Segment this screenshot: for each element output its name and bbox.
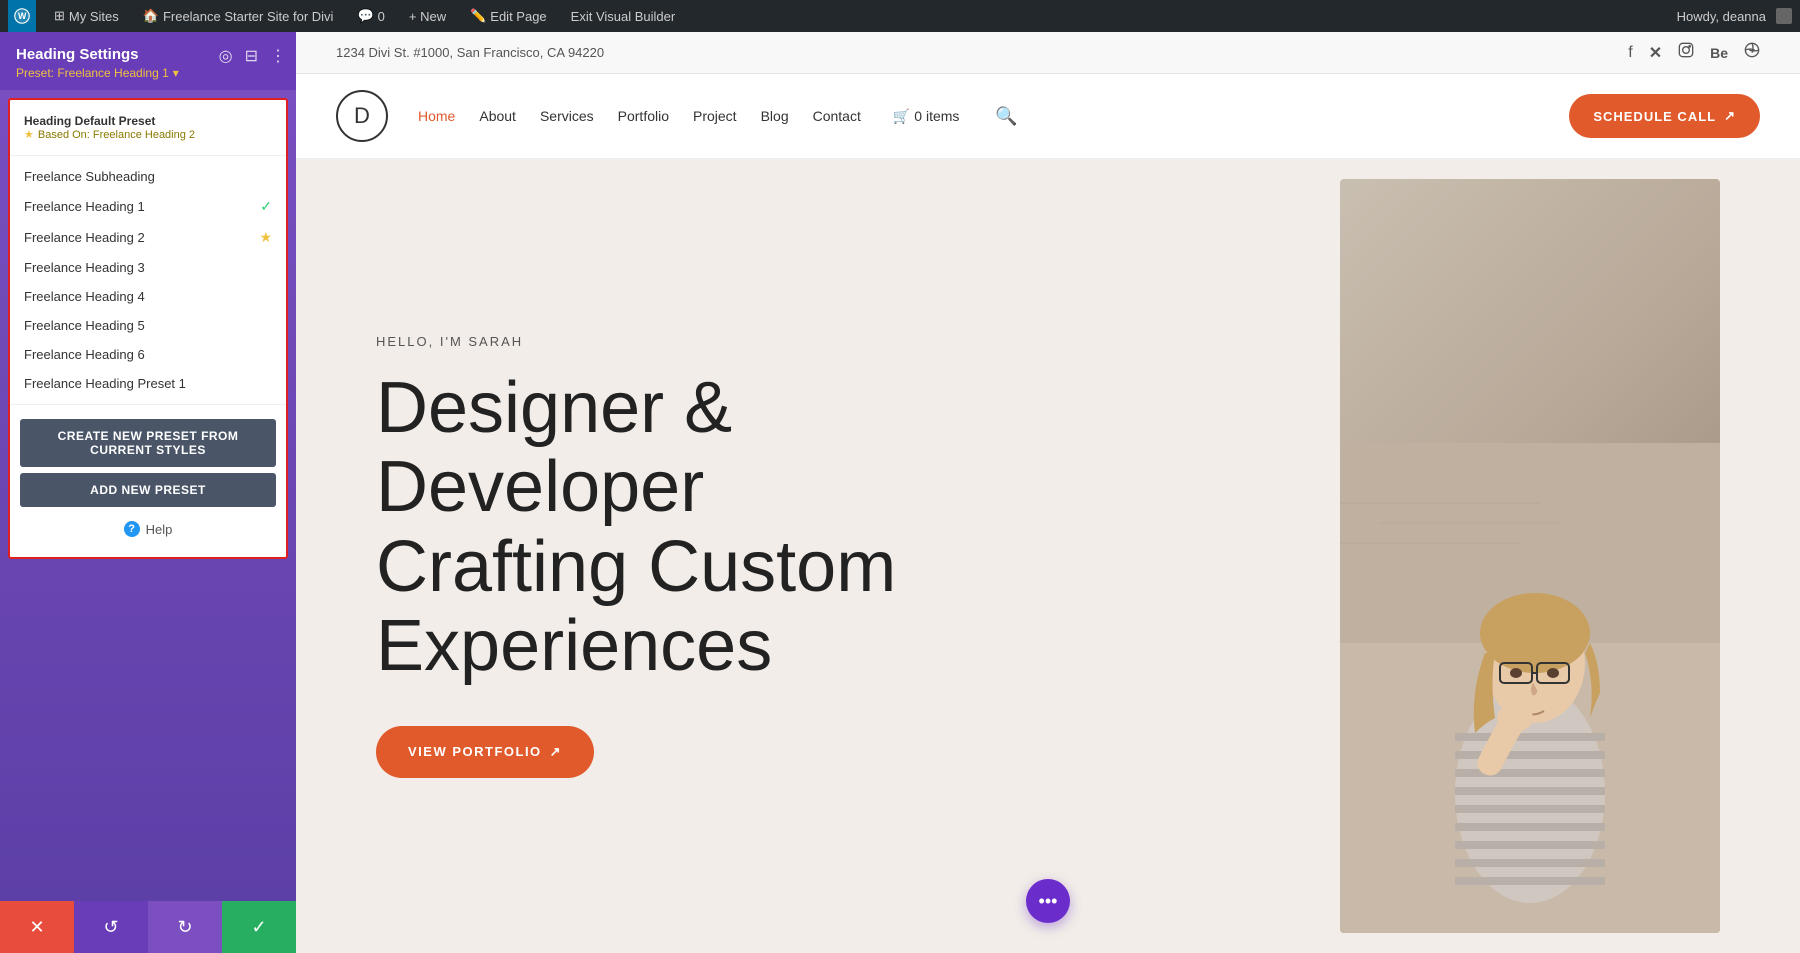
pencil-icon: ✏️ (470, 8, 486, 24)
site-topbar: 1234 Divi St. #1000, San Francisco, CA 9… (296, 32, 1800, 74)
hero-subtitle: HELLO, I'M SARAH (376, 334, 976, 349)
undo-icon: ↺ (103, 917, 118, 938)
admin-bar: W ⊞ My Sites 🏠 Freelance Starter Site fo… (0, 0, 1800, 32)
redo-icon: ↻ (177, 917, 192, 938)
exit-builder-link[interactable]: Exit Visual Builder (565, 0, 682, 32)
website-preview: 1234 Divi St. #1000, San Francisco, CA 9… (296, 32, 1800, 953)
search-icon[interactable]: 🔍 (995, 106, 1017, 127)
save-icon: ✓ (251, 917, 266, 938)
social-icons-bar: f ✕ Be (1628, 42, 1760, 63)
my-sites-icon: ⊞ (54, 8, 65, 24)
hero-image-container (1340, 179, 1720, 933)
my-sites-menu[interactable]: ⊞ My Sites (48, 0, 125, 32)
site-logo[interactable]: D (336, 90, 388, 142)
cancel-button[interactable]: ✕ (0, 901, 74, 953)
floating-actions-button[interactable]: ••• (1026, 879, 1070, 923)
columns-icon[interactable]: ⊟ (245, 46, 258, 66)
howdy-user: Howdy, deanna (1677, 8, 1792, 24)
portfolio-arrow-icon: ↗ (550, 744, 562, 760)
nav-portfolio[interactable]: Portfolio (618, 108, 669, 124)
preset-item-subheading[interactable]: Freelance Subheading (10, 162, 286, 191)
bottom-toolbar: ✕ ↺ ↻ ✓ (0, 901, 296, 953)
dribbble-icon[interactable] (1744, 42, 1760, 63)
preset-dropdown-box: Heading Default Preset ★ Based On: Freel… (8, 98, 288, 559)
facebook-icon[interactable]: f (1628, 44, 1632, 62)
preset-list: Freelance Subheading Freelance Heading 1… (10, 162, 286, 398)
wp-logo[interactable]: W (8, 0, 36, 32)
settings-panel: Heading Settings Preset: Freelance Headi… (0, 32, 296, 953)
hero-title: Designer & Developer Crafting Custom Exp… (376, 369, 976, 686)
create-preset-button[interactable]: CREATE NEW PRESET FROM CURRENT STYLES (20, 419, 276, 467)
divider-2 (10, 404, 286, 405)
nav-cart[interactable]: 🛒 0 items (893, 108, 960, 125)
preset-item-heading3[interactable]: Freelance Heading 3 (10, 253, 286, 282)
svg-text:W: W (18, 11, 27, 21)
hero-content: HELLO, I'M SARAH Designer & Developer Cr… (376, 334, 976, 778)
home-icon: 🏠 (143, 8, 159, 24)
redo-button[interactable]: ↻ (148, 901, 222, 953)
nav-project[interactable]: Project (693, 108, 737, 124)
twitter-x-icon[interactable]: ✕ (1649, 43, 1662, 63)
new-content-button[interactable]: + New (403, 0, 452, 32)
preset-item-heading5[interactable]: Freelance Heading 5 (10, 311, 286, 340)
hero-image (1340, 179, 1720, 933)
nav-links: Home About Services Portfolio Project Bl… (418, 106, 1018, 127)
edit-page-link[interactable]: ✏️ Edit Page (464, 0, 553, 32)
panel-preset-label: Preset: Freelance Heading 1 ▾ (16, 66, 280, 80)
kebab-menu-icon[interactable]: ⋮ (270, 46, 286, 66)
help-icon: ? (124, 521, 140, 537)
save-button[interactable]: ✓ (222, 901, 296, 953)
arrow-icon: ↗ (1724, 108, 1736, 124)
dropdown-arrow-icon: ▾ (173, 66, 179, 80)
preset-item-heading2[interactable]: Freelance Heading 2 ★ (10, 222, 286, 253)
nav-about[interactable]: About (479, 108, 516, 124)
circle-settings-icon[interactable]: ◎ (219, 46, 233, 66)
schedule-call-button[interactable]: SCHEDULE CALL ↗ (1569, 94, 1760, 138)
comments-link[interactable]: 💬 0 (351, 0, 390, 32)
preset-item-preset1[interactable]: Freelance Heading Preset 1 (10, 369, 286, 398)
nav-home[interactable]: Home (418, 108, 455, 124)
comment-icon: 💬 (357, 8, 373, 24)
default-preset-header: Heading Default Preset ★ Based On: Freel… (10, 110, 286, 149)
panel-header: Heading Settings Preset: Freelance Headi… (0, 32, 296, 90)
preset-actions: CREATE NEW PRESET FROM CURRENT STYLES AD… (10, 411, 286, 511)
nav-blog[interactable]: Blog (761, 108, 789, 124)
nav-services[interactable]: Services (540, 108, 594, 124)
add-preset-button[interactable]: ADD NEW PRESET (20, 473, 276, 507)
site-navbar: D Home About Services Portfolio Project … (296, 74, 1800, 159)
divider (10, 155, 286, 156)
nav-contact[interactable]: Contact (813, 108, 861, 124)
cancel-icon: ✕ (29, 917, 44, 938)
undo-button[interactable]: ↺ (74, 901, 148, 953)
site-name-link[interactable]: 🏠 Freelance Starter Site for Divi (137, 0, 340, 32)
user-avatar (1776, 8, 1792, 24)
starred-icon: ★ (259, 229, 272, 246)
hero-section: HELLO, I'M SARAH Designer & Developer Cr… (296, 159, 1800, 953)
preset-item-heading1[interactable]: Freelance Heading 1 ✓ (10, 191, 286, 222)
based-on-label: ★ Based On: Freelance Heading 2 (24, 128, 272, 141)
instagram-icon[interactable] (1678, 42, 1694, 63)
panel-header-icons: ◎ ⊟ ⋮ (219, 46, 286, 66)
preset-item-heading6[interactable]: Freelance Heading 6 (10, 340, 286, 369)
cart-icon: 🛒 (893, 108, 910, 125)
behance-icon[interactable]: Be (1710, 45, 1728, 61)
active-check-icon: ✓ (260, 198, 272, 215)
site-address: 1234 Divi St. #1000, San Francisco, CA 9… (336, 45, 604, 60)
star-icon: ★ (24, 128, 34, 141)
preset-item-heading4[interactable]: Freelance Heading 4 (10, 282, 286, 311)
help-link[interactable]: ? Help (10, 511, 286, 547)
view-portfolio-button[interactable]: VIEW PORTFOLIO ↗ (376, 726, 594, 778)
